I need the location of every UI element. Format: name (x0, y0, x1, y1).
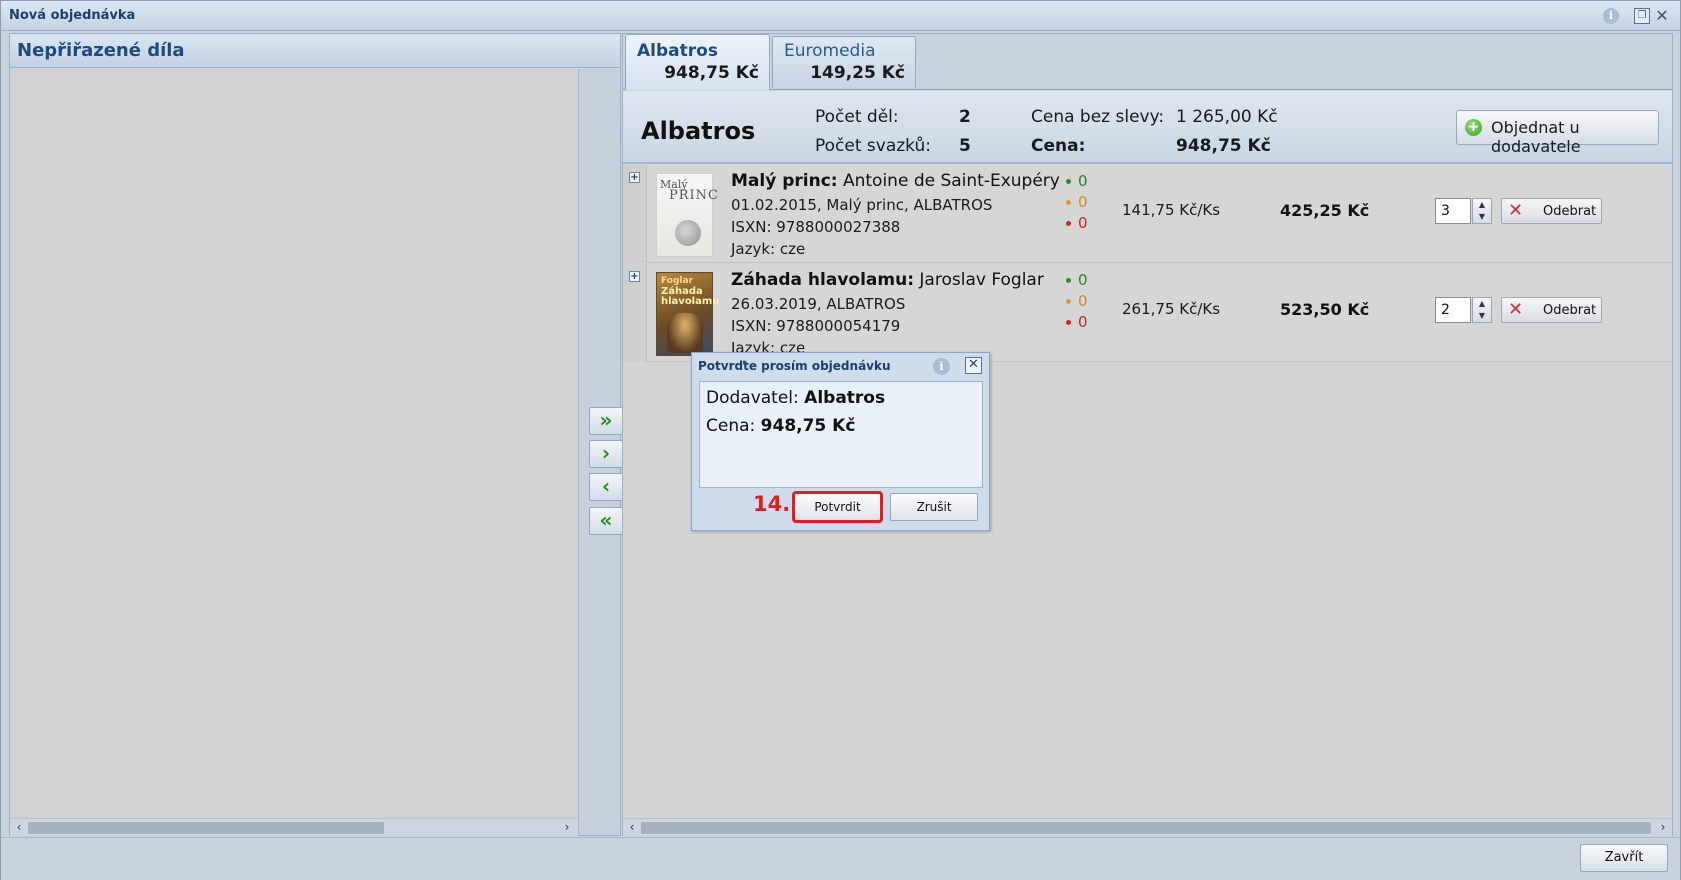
move-left-button[interactable]: ‹ (589, 473, 623, 501)
remove-label: Odebrat (1543, 204, 1597, 219)
info-icon[interactable]: i (933, 358, 950, 375)
move-right-button[interactable]: › (589, 440, 623, 468)
unassigned-panel-title: Nepřiřazené díla (17, 40, 185, 61)
remove-label: Odebrat (1543, 303, 1597, 318)
works-count-label: Počet děl: (815, 107, 899, 127)
scroll-right-arrow-icon[interactable]: › (1656, 820, 1670, 834)
cover-text: PRINC (669, 188, 719, 203)
order-window: Nová objednávka i ❐ ✕ Nepřiřazené díla ‹… (0, 0, 1681, 880)
book-isxn: ISXN: 9788000054179 (731, 317, 901, 335)
plus-circle-icon: + (1465, 119, 1482, 136)
x-icon: ✕ (1508, 299, 1524, 320)
cancel-button[interactable]: Zrušit (890, 493, 978, 521)
cover-text: Záhada hlavolamu (661, 286, 720, 307)
stock-missing: 0 (1066, 313, 1088, 331)
right-horizontal-scrollbar[interactable]: ‹ › (623, 818, 1672, 836)
expand-icon[interactable]: + (629, 271, 640, 282)
restore-icon[interactable]: ❐ (1634, 8, 1650, 24)
unassigned-panel: Nepřiřazené díla ‹ › » › ‹ « (9, 33, 623, 836)
stock-ordered: 0 (1066, 193, 1088, 211)
scroll-right-arrow-icon[interactable]: › (560, 820, 574, 834)
close-icon[interactable]: ✕ (1654, 8, 1670, 24)
close-window-button[interactable]: Zavřít (1580, 844, 1668, 872)
quantity-stepper[interactable]: ▲ ▼ (1472, 297, 1492, 323)
scroll-left-arrow-icon[interactable]: ‹ (625, 820, 639, 834)
volumes-count-value: 5 (959, 136, 971, 156)
book-author: Antoine de Saint-Exupéry (837, 171, 1060, 191)
price-nodiscount-value: 1 265,00 Kč (1176, 107, 1278, 127)
window-footer: Zavřít (1, 837, 1680, 880)
info-icon[interactable]: i (1603, 8, 1619, 24)
stock-available: 0 (1066, 271, 1088, 289)
book-name: Záhada hlavolamu: (731, 270, 915, 290)
volumes-count-label: Počet svazků: (815, 136, 932, 156)
cover-text: Foglar (661, 276, 694, 286)
unassigned-list[interactable] (10, 69, 578, 818)
unassigned-panel-header: Nepřiřazené díla (10, 34, 620, 68)
tab-label: Euromedia (784, 41, 876, 61)
remove-button[interactable]: ✕ Odebrat (1501, 297, 1602, 323)
stock-ordered: 0 (1066, 292, 1088, 310)
title-bar: Nová objednávka i ❐ ✕ (1, 1, 1680, 31)
quantity-stepper[interactable]: ▲ ▼ (1472, 198, 1492, 224)
supplier-summary: Albatros Počet děl: 2 Počet svazků: 5 Ce… (623, 91, 1672, 164)
move-all-left-button[interactable]: « (589, 507, 623, 535)
tab-price: 149,25 Kč (810, 63, 905, 83)
confirm-button[interactable]: Potvrdit (792, 491, 883, 523)
book-title: Záhada hlavolamu: Jaroslav Foglar (731, 270, 1044, 290)
step-annotation: 14. (753, 492, 791, 516)
line-total: 425,25 Kč (1280, 201, 1370, 220)
left-horizontal-scrollbar[interactable]: ‹ › (10, 818, 578, 836)
book-author: Jaroslav Foglar (914, 270, 1044, 290)
supplier-name: Albatros (641, 117, 756, 145)
book-publication: 26.03.2019, ALBATROS (731, 295, 906, 313)
book-cover-image: Foglar Záhada hlavolamu (656, 272, 720, 356)
table-row[interactable]: + Foglar Záhada hlavolamu Záhada hlavola… (623, 264, 1672, 362)
quantity-input[interactable]: 2 (1435, 297, 1471, 323)
book-isxn: ISXN: 9788000027388 (731, 218, 901, 236)
confirm-order-dialog: Potvrďte prosím objednávku i ✕ Dodavatel… (691, 352, 990, 531)
book-name: Malý princ: (731, 171, 838, 191)
window-title: Nová objednávka (9, 8, 136, 23)
cover-illustration (667, 313, 703, 353)
scroll-left-arrow-icon[interactable]: ‹ (12, 820, 26, 834)
unit-price: 261,75 Kč/Ks (1122, 300, 1221, 318)
remove-button[interactable]: ✕ Odebrat (1501, 198, 1602, 224)
dialog-supplier: Dodavatel: Albatros (706, 388, 886, 408)
stock-available: 0 (1066, 172, 1088, 190)
book-publication: 01.02.2015, Malý princ, ALBATROS (731, 196, 993, 214)
transfer-toolbar: » › ‹ « (578, 69, 623, 835)
book-title: Malý princ: Antoine de Saint-Exupéry (731, 171, 1060, 191)
supplier-tabs: Albatros 948,75 Kč Euromedia 149,25 Kč (623, 34, 1672, 90)
dialog-title: Potvrďte prosím objednávku (698, 359, 891, 373)
order-button-label: Objednat u dodavatele (1491, 118, 1581, 156)
expand-icon[interactable]: + (629, 172, 640, 183)
book-cover-image: Malý PRINC (656, 173, 718, 257)
order-from-supplier-button[interactable]: + Objednat u dodavatele (1456, 110, 1659, 156)
scroll-thumb[interactable] (28, 822, 384, 834)
quantity-input[interactable]: 3 (1435, 198, 1471, 224)
tab-price: 948,75 Kč (664, 63, 759, 83)
tab-label: Albatros (637, 41, 718, 61)
table-row[interactable]: + Malý PRINC Malý princ: Antoine de Sain… (623, 165, 1672, 263)
price-label: Cena: (1031, 136, 1086, 156)
tab-albatros[interactable]: Albatros 948,75 Kč (625, 34, 770, 90)
x-icon: ✕ (1508, 200, 1524, 221)
dialog-price: Cena: 948,75 Kč (706, 416, 856, 436)
works-count-value: 2 (959, 107, 971, 127)
move-all-right-button[interactable]: » (589, 407, 623, 435)
price-value: 948,75 Kč (1176, 136, 1271, 156)
book-language: Jazyk: cze (731, 240, 806, 258)
tab-euromedia[interactable]: Euromedia 149,25 Kč (772, 36, 916, 88)
stock-missing: 0 (1066, 214, 1088, 232)
dialog-body: Dodavatel: Albatros Cena: 948,75 Kč (699, 381, 983, 488)
scroll-thumb[interactable] (641, 822, 1651, 834)
price-nodiscount-label: Cena bez slevy: (1031, 107, 1165, 127)
unit-price: 141,75 Kč/Ks (1122, 201, 1221, 219)
line-total: 523,50 Kč (1280, 300, 1370, 319)
close-icon[interactable]: ✕ (965, 357, 982, 374)
planet-illustration (675, 220, 701, 246)
